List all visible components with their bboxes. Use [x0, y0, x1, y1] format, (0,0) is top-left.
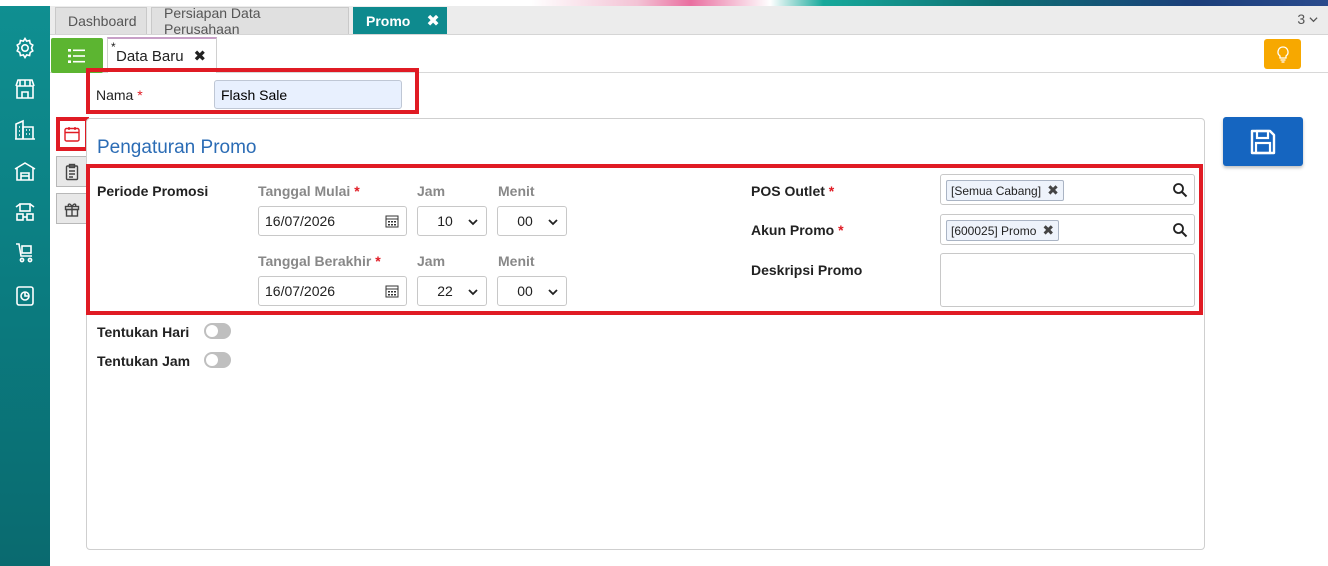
jam-berakhir-select[interactable]: 22	[417, 276, 487, 306]
chevron-down-icon	[548, 289, 558, 296]
cart-icon[interactable]	[12, 240, 38, 266]
sub-header: * Data Baru ✖	[50, 35, 1328, 73]
close-icon[interactable]: ✖	[194, 47, 207, 65]
save-icon	[1250, 129, 1276, 154]
pos-outlet-label: POS Outlet *	[751, 183, 834, 199]
tab-count-dropdown[interactable]: 3	[1297, 11, 1318, 27]
required-marker: *	[354, 183, 360, 199]
tentukan-hari-label: Tentukan Hari	[97, 324, 190, 340]
tab-persiapan-data-perusahaan[interactable]: Persiapan Data Perusahaan	[151, 5, 349, 37]
akun-promo-chip: [600025] Promo ✖	[946, 220, 1060, 241]
sidebar	[0, 6, 50, 566]
tanggal-berakhir-label: Tanggal Berakhir *	[258, 253, 381, 269]
required-marker: *	[838, 222, 844, 238]
settings-icon[interactable]	[12, 35, 38, 61]
nama-label: Nama *	[96, 87, 143, 103]
list-menu-icon	[68, 48, 85, 63]
akun-promo-select[interactable]: [600025] Promo ✖	[940, 214, 1195, 245]
tanggal-berakhir-text: Tanggal Berakhir	[258, 253, 372, 269]
deskripsi-promo-label: Deskripsi Promo	[751, 262, 863, 278]
jam-mulai-label: Jam	[417, 183, 446, 199]
jam-mulai-value: 10	[437, 213, 453, 229]
menit-berakhir-label: Menit	[498, 253, 535, 269]
pos-outlet-text: POS Outlet	[751, 183, 825, 199]
report-icon[interactable]	[12, 283, 38, 309]
chevron-down-icon	[468, 289, 478, 296]
akun-promo-text: Akun Promo	[751, 222, 835, 238]
tanggal-mulai-text: Tanggal Mulai	[258, 183, 351, 199]
save-button[interactable]	[1223, 117, 1303, 166]
chevron-down-icon	[468, 219, 478, 226]
tab-dashboard[interactable]: Dashboard	[55, 7, 147, 34]
remove-chip-icon[interactable]: ✖	[1042, 222, 1054, 239]
clipboard-icon	[65, 163, 78, 180]
tab-label: Persiapan Data Perusahaan	[164, 5, 261, 37]
required-marker: *	[828, 183, 835, 199]
app-window: Dashboard Persiapan Data Perusahaan Prom…	[0, 0, 1328, 566]
tab-periode[interactable]	[56, 118, 87, 149]
chevron-down-icon	[1309, 17, 1318, 23]
tab-syarat[interactable]	[56, 156, 87, 187]
inventory-icon[interactable]	[12, 199, 38, 225]
nama-label-text: Nama	[96, 87, 134, 103]
calendar-picker-icon[interactable]	[385, 214, 399, 228]
tanggal-mulai-input[interactable]: 16/07/2026	[258, 206, 407, 236]
tanggal-mulai-label: Tanggal Mulai *	[258, 183, 360, 199]
required-marker: *	[137, 87, 143, 103]
tentukan-hari-toggle[interactable]	[204, 323, 231, 339]
calendar-picker-icon[interactable]	[385, 284, 399, 298]
jam-berakhir-label: Jam	[417, 253, 446, 269]
store-icon[interactable]	[12, 76, 38, 102]
tab-label: Dashboard	[68, 13, 137, 29]
tab-count-value: 3	[1297, 11, 1306, 27]
jam-mulai-select[interactable]: 10	[417, 206, 487, 236]
panel-title: Pengaturan Promo	[97, 137, 257, 158]
list-menu-button[interactable]	[51, 38, 103, 73]
pos-outlet-chip: [Semua Cabang] ✖	[946, 180, 1064, 201]
tab-promo[interactable]: Promo ✖	[353, 7, 447, 34]
subtab-data-baru[interactable]: * Data Baru ✖	[107, 37, 217, 73]
unsaved-marker: *	[111, 40, 116, 54]
menit-berakhir-select[interactable]: 00	[497, 276, 567, 306]
tentukan-jam-toggle[interactable]	[204, 352, 231, 368]
search-icon[interactable]	[1172, 222, 1188, 238]
required-marker: *	[375, 253, 381, 269]
tentukan-jam-label: Tentukan Jam	[97, 353, 191, 369]
menit-mulai-label: Menit	[498, 183, 535, 199]
deskripsi-promo-textarea[interactable]	[940, 253, 1195, 307]
pos-outlet-chip-label: [Semua Cabang]	[951, 183, 1042, 198]
menit-berakhir-value: 00	[517, 283, 533, 299]
remove-chip-icon[interactable]: ✖	[1047, 182, 1059, 199]
akun-promo-label: Akun Promo *	[751, 222, 844, 238]
tab-bar: Dashboard Persiapan Data Perusahaan Prom…	[50, 5, 1328, 37]
gift-icon	[64, 202, 79, 217]
close-icon[interactable]: ✖	[426, 11, 439, 31]
chevron-down-icon	[548, 219, 558, 226]
menit-mulai-value: 00	[517, 213, 533, 229]
tab-label: Promo	[366, 13, 411, 29]
jam-berakhir-value: 22	[437, 283, 453, 299]
warehouse-icon[interactable]	[12, 158, 38, 184]
periode-promosi-label: Periode Promosi	[97, 183, 209, 199]
hint-button[interactable]	[1264, 39, 1301, 69]
nama-input[interactable]	[214, 80, 402, 109]
subtab-label: Data Baru	[116, 47, 184, 65]
tanggal-mulai-value: 16/07/2026	[265, 213, 336, 229]
tab-hadiah[interactable]	[56, 193, 87, 224]
calendar-icon	[63, 126, 80, 142]
tanggal-berakhir-input[interactable]: 16/07/2026	[258, 276, 407, 306]
building-icon[interactable]	[12, 117, 38, 143]
lightbulb-icon	[1276, 46, 1289, 63]
akun-promo-chip-label: [600025] Promo	[951, 223, 1037, 238]
search-icon[interactable]	[1172, 182, 1188, 198]
pos-outlet-select[interactable]: [Semua Cabang] ✖	[940, 174, 1195, 205]
tanggal-berakhir-value: 16/07/2026	[265, 283, 336, 299]
menit-mulai-select[interactable]: 00	[497, 206, 567, 236]
